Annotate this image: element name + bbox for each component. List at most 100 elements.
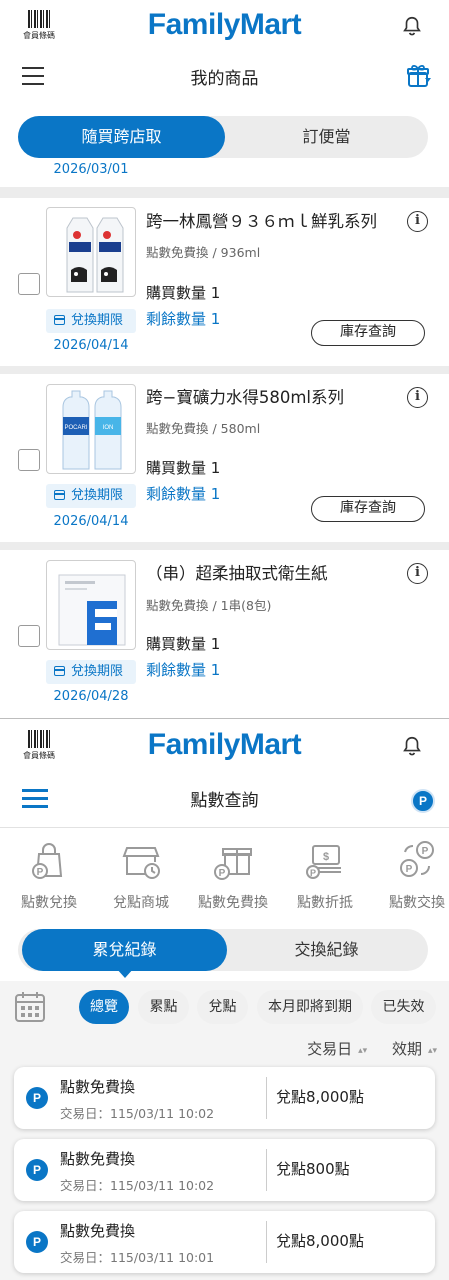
product-name: （串）超柔抽取式衛生紙 <box>146 564 328 583</box>
tab-cross-store-pickup[interactable]: 隨買跨店取 <box>18 116 225 158</box>
brand-logo: FamilyMart <box>147 728 302 761</box>
product-image <box>46 207 136 297</box>
category-points-mall[interactable]: 兌點商城 <box>96 838 186 912</box>
record-amount: 兌點8,000點 <box>276 1232 364 1250</box>
points-record[interactable]: P 點數免費換 交易日：115/03/11 10:01 兌點8,000點 <box>14 1211 435 1273</box>
expiry-date: 2026/04/28 <box>53 689 129 704</box>
app-header: 會員條碼 FamilyMart <box>0 720 449 770</box>
product-checkbox[interactable] <box>18 449 40 471</box>
record-divider <box>266 1149 267 1191</box>
category-label: 點數免費換 <box>198 895 268 911</box>
cash-points-icon: $ P <box>306 845 341 879</box>
active-tab-pointer <box>116 968 134 978</box>
points-icon: P <box>26 1087 48 1109</box>
filter-accumulate[interactable]: 累點 <box>138 990 189 1024</box>
points-icon: P <box>26 1231 48 1253</box>
expiry-label: 兌換期限 <box>71 488 124 503</box>
product-image: POCARI ION <box>46 384 136 474</box>
product-card: 跨一林鳳營９３６ｍｌ鮮乳系列 i 點數免費換 / 936ml 購買數量 1 剩餘… <box>0 198 449 366</box>
shopping-bag-icon: P <box>32 843 63 879</box>
filter-expiring-this-month[interactable]: 本月即將到期 <box>257 990 363 1024</box>
remaining-quantity: 剩餘數量 1 <box>146 485 221 503</box>
page-header: 我的商品 <box>0 50 449 102</box>
expiry-label: 兌換期限 <box>71 313 124 328</box>
category-label: 點數折抵 <box>297 895 353 911</box>
svg-text:P: P <box>406 864 413 875</box>
expiry-label: 兌換期限 <box>71 664 124 679</box>
category-label: 兌點商城 <box>113 895 169 911</box>
sort-arrows-icon: ▴▾ <box>358 1046 368 1056</box>
stock-check-button[interactable]: 庫存查詢 <box>311 496 425 522</box>
svg-text:ION: ION <box>103 425 114 431</box>
record-date: 交易日：115/03/11 10:01 <box>60 1250 215 1265</box>
category-points-redeem[interactable]: P 點數兌換 <box>4 838 94 912</box>
category-free-redeem[interactable]: P 點數免費換 <box>188 838 278 912</box>
calendar-icon <box>54 490 65 500</box>
tab-accumulate-redeem[interactable]: 累兌紀錄 <box>22 929 227 971</box>
product-name: 跨−寶礦力水得580ml系列 <box>146 388 344 407</box>
calendar-icon <box>54 666 65 676</box>
sort-by-date[interactable]: 交易日 ▴▾ <box>297 1040 367 1058</box>
svg-text:P: P <box>37 867 44 878</box>
filter-overview[interactable]: 總覽 <box>79 990 129 1024</box>
record-date: 交易日：115/03/11 10:02 <box>60 1178 215 1193</box>
partial-expiry-date: 2026/03/01 <box>53 162 129 176</box>
points-record[interactable]: P 點數免費換 交易日：115/03/11 10:02 兌點800點 <box>14 1139 435 1201</box>
card-separator <box>0 187 449 198</box>
points-icon: P <box>26 1159 48 1181</box>
points-record[interactable]: P 點數免費換 交易日：115/03/11 10:02 兌點8,000點 <box>14 1067 435 1129</box>
page-title: 我的商品 <box>190 69 259 89</box>
product-card: （串）超柔抽取式衛生紙 i 點數免費換 / 1串(8包) 購買數量 1 剩餘數量… <box>0 550 449 718</box>
app-header: 會員條碼 FamilyMart <box>0 0 449 50</box>
expiry-date: 2026/04/14 <box>53 338 129 353</box>
filter-expired[interactable]: 已失效 <box>371 990 436 1024</box>
calendar-icon[interactable] <box>13 990 47 1024</box>
card-separator <box>0 366 449 374</box>
header-divider <box>0 827 449 828</box>
record-name: 點數免費換 <box>60 1078 136 1096</box>
category-points-discount[interactable]: $ P 點數折抵 <box>280 838 370 912</box>
order-type-tabs: 隨買跨店取 訂便當 <box>18 116 428 158</box>
record-name: 點數免費換 <box>60 1222 136 1240</box>
info-icon[interactable]: i <box>407 211 428 232</box>
calendar-icon <box>54 315 65 325</box>
info-icon[interactable]: i <box>407 387 428 408</box>
product-subtitle: 點數免費換 / 936ml <box>146 245 261 260</box>
remaining-quantity: 剩餘數量 1 <box>146 310 221 328</box>
store-icon <box>122 847 160 879</box>
gift-icon[interactable] <box>405 62 433 90</box>
bell-icon[interactable] <box>401 734 423 758</box>
brand-logo: FamilyMart <box>147 8 302 41</box>
svg-text:$: $ <box>323 851 329 863</box>
category-points-exchange[interactable]: P P 點數交換 <box>372 838 449 912</box>
product-card: POCARI ION 跨−寶礦力水得580ml系列 i 點數免費換 / 580m… <box>0 374 449 542</box>
expiry-date: 2026/04/14 <box>53 514 129 529</box>
category-label: 點數交換 <box>389 895 445 911</box>
category-label: 點數兌換 <box>21 895 77 911</box>
page-header: 點數查詢 P <box>0 772 449 824</box>
product-checkbox[interactable] <box>18 625 40 647</box>
svg-text:P: P <box>422 846 429 857</box>
filter-redeem[interactable]: 兌點 <box>197 990 248 1024</box>
stock-check-button[interactable]: 庫存查詢 <box>311 320 425 346</box>
svg-text:P: P <box>219 868 226 879</box>
exchange-points-icon: P P <box>400 841 434 877</box>
screen-divider <box>0 718 449 719</box>
tab-lunchbox-order[interactable]: 訂便當 <box>225 116 428 158</box>
sort-by-expiry[interactable]: 效期 ▴▾ <box>382 1040 437 1058</box>
points-icon[interactable]: P <box>411 789 435 813</box>
svg-text:POCARI: POCARI <box>64 425 87 431</box>
page-title: 點數查詢 <box>190 791 259 811</box>
record-amount: 兌點800點 <box>276 1160 350 1178</box>
sort-arrows-icon: ▴▾ <box>427 1046 437 1056</box>
tab-exchange-records[interactable]: 交換紀錄 <box>227 929 426 971</box>
bell-icon[interactable] <box>401 14 423 38</box>
expiry-badge: 兌換期限 <box>46 309 136 333</box>
svg-text:P: P <box>310 868 316 878</box>
product-subtitle: 點數免費換 / 580ml <box>146 421 261 436</box>
sort-bar: 交易日 ▴▾ 效期 ▴▾ <box>287 1038 437 1059</box>
info-icon[interactable]: i <box>407 563 428 584</box>
product-checkbox[interactable] <box>18 273 40 295</box>
purchase-quantity: 購買數量 1 <box>146 459 221 477</box>
product-name: 跨一林鳳營９３６ｍｌ鮮乳系列 <box>146 212 377 231</box>
